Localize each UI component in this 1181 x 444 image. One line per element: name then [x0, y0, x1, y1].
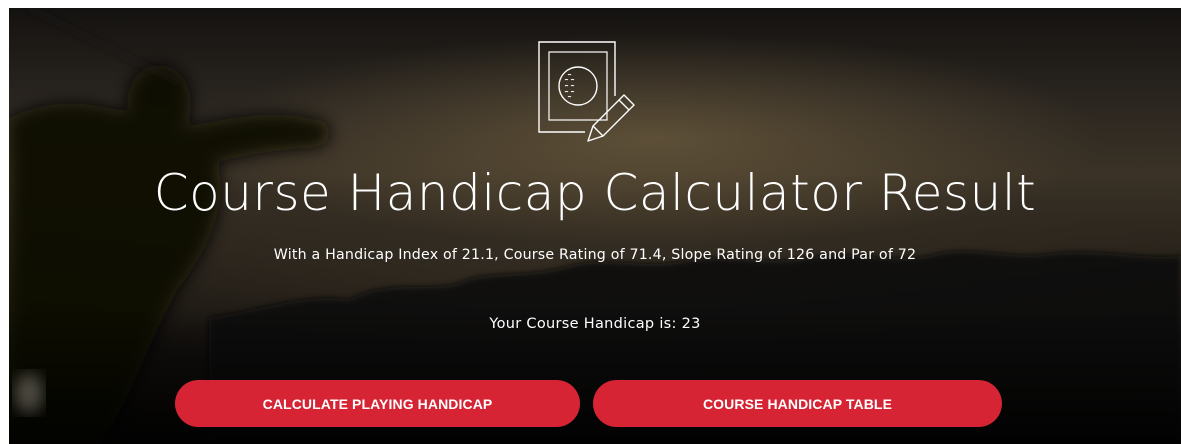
hero-banner: Course Handicap Calculator Result With a… [9, 8, 1181, 444]
calculate-playing-handicap-label: CALCULATE PLAYING HANDICAP [262, 395, 493, 412]
calculate-playing-handicap-button[interactable]: CALCULATE PLAYING HANDICAP [175, 380, 580, 427]
course-handicap-table-label: COURSE HANDICAP TABLE [702, 395, 893, 412]
page-title: Course Handicap Calculator Result [153, 164, 1037, 222]
calculation-inputs-summary: With a Handicap Index of 21.1, Course Ra… [273, 247, 917, 263]
golf-ball-scorecard-pencil-icon [537, 40, 645, 146]
course-handicap-result: Your Course Handicap is: 23 [489, 316, 701, 332]
course-handicap-table-button[interactable]: COURSE HANDICAP TABLE [593, 380, 1002, 427]
